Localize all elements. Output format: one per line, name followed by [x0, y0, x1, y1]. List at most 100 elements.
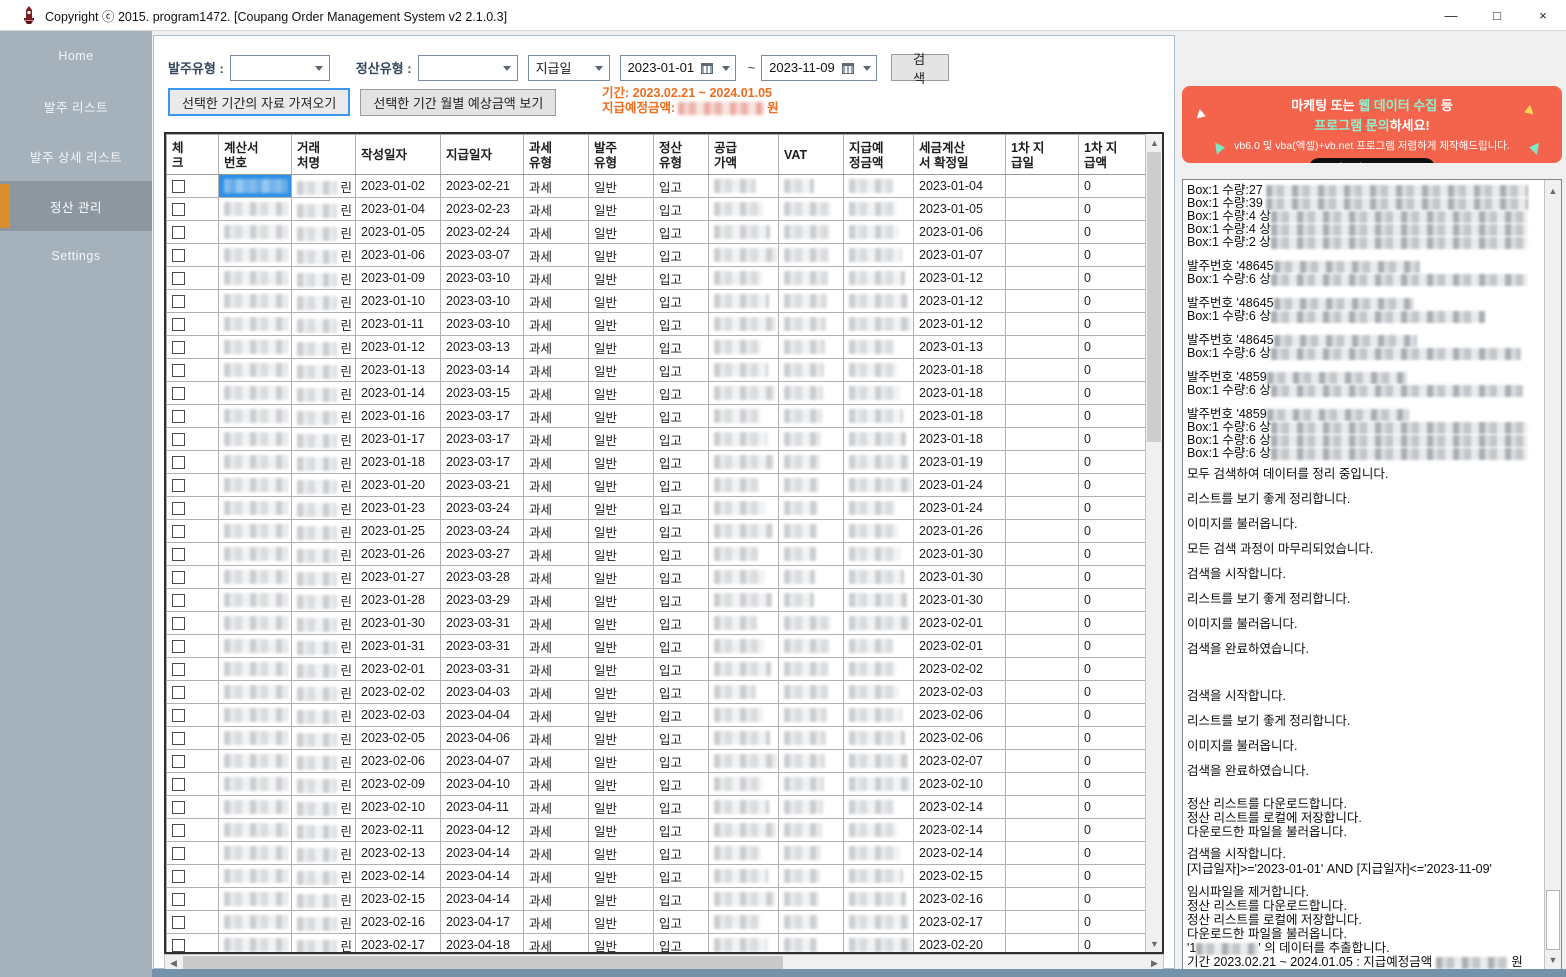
table-row[interactable]: 린2023-02-132023-04-14과세일반입고2023-02-140	[167, 842, 1150, 865]
table-row[interactable]: 린2023-01-262023-03-27과세일반입고2023-01-300	[167, 543, 1150, 566]
row-checkbox[interactable]	[172, 525, 185, 538]
table-row[interactable]: 린2023-02-032023-04-04과세일반입고2023-02-060	[167, 704, 1150, 727]
table-row[interactable]: 린2023-01-162023-03-17과세일반입고2023-01-180	[167, 405, 1150, 428]
table-row[interactable]: 린2023-01-252023-03-24과세일반입고2023-01-260	[167, 520, 1150, 543]
row-checkbox[interactable]	[172, 226, 185, 239]
scroll-down-icon[interactable]: ▼	[1146, 935, 1163, 952]
row-checkbox[interactable]	[172, 617, 185, 630]
fetch-period-data-button[interactable]: 선택한 기간의 자료 가져오기	[168, 88, 350, 116]
row-checkbox[interactable]	[172, 249, 185, 262]
table-row[interactable]: 린2023-01-302023-03-31과세일반입고2023-02-010	[167, 612, 1150, 635]
table-row[interactable]: 린2023-01-312023-03-31과세일반입고2023-02-010	[167, 635, 1150, 658]
grid-hscroll-thumb[interactable]	[183, 956, 783, 970]
row-checkbox[interactable]	[172, 709, 185, 722]
row-checkbox[interactable]	[172, 318, 185, 331]
table-row[interactable]: 린2023-01-112023-03-10과세일반입고2023-01-120	[167, 313, 1150, 336]
row-checkbox[interactable]	[172, 594, 185, 607]
row-checkbox[interactable]	[172, 341, 185, 354]
table-row[interactable]: 린2023-01-052023-02-24과세일반입고2023-01-060	[167, 221, 1150, 244]
column-header[interactable]: 계산서 번호	[219, 135, 292, 175]
grid-vertical-scrollbar[interactable]: ▲ ▼	[1145, 134, 1162, 952]
table-row[interactable]: 린2023-01-102023-03-10과세일반입고2023-01-120	[167, 290, 1150, 313]
table-row[interactable]: 린2023-01-092023-03-10과세일반입고2023-01-120	[167, 267, 1150, 290]
ad-banner[interactable]: 마케팅 또는 웹 데이터 수집 등 프로그램 문의하세요! vb6.0 및 vb…	[1182, 86, 1562, 163]
row-checkbox[interactable]	[172, 502, 185, 515]
column-header[interactable]: 1차 지 급액	[1079, 135, 1150, 175]
table-row[interactable]: 린2023-02-152023-04-14과세일반입고2023-02-160	[167, 888, 1150, 911]
table-row[interactable]: 린2023-01-142023-03-15과세일반입고2023-01-180	[167, 382, 1150, 405]
table-row[interactable]: 린2023-02-142023-04-14과세일반입고2023-02-150	[167, 865, 1150, 888]
table-row[interactable]: 린2023-02-112023-04-12과세일반입고2023-02-140	[167, 819, 1150, 842]
table-row[interactable]: 린2023-02-062023-04-07과세일반입고2023-02-070	[167, 750, 1150, 773]
column-header[interactable]: 발주 유형	[589, 135, 654, 175]
column-header[interactable]: 체 크	[167, 135, 219, 175]
row-checkbox[interactable]	[172, 364, 185, 377]
sidebar-item-발주-상세-리스트[interactable]: 발주 상세 리스트	[0, 131, 152, 181]
scroll-up-icon[interactable]: ▲	[1146, 134, 1163, 151]
sidebar-item-settings[interactable]: Settings	[0, 231, 152, 281]
table-row[interactable]: 린2023-01-282023-03-29과세일반입고2023-01-300	[167, 589, 1150, 612]
row-checkbox[interactable]	[172, 295, 185, 308]
date-to-picker[interactable]: 2023-11-09	[761, 55, 877, 81]
row-checkbox[interactable]	[172, 778, 185, 791]
row-checkbox[interactable]	[172, 663, 185, 676]
column-header[interactable]: 정산 유형	[654, 135, 709, 175]
column-header[interactable]: 지급예 정금액	[844, 135, 914, 175]
sidebar-item-home[interactable]: Home	[0, 31, 152, 81]
row-checkbox[interactable]	[172, 732, 185, 745]
row-checkbox[interactable]	[172, 755, 185, 768]
column-header[interactable]: 공급 가액	[709, 135, 779, 175]
table-row[interactable]: 린2023-02-102023-04-11과세일반입고2023-02-140	[167, 796, 1150, 819]
column-header[interactable]: 거래 처명	[292, 135, 356, 175]
order-type-select[interactable]	[230, 55, 330, 81]
close-button[interactable]: ×	[1520, 0, 1566, 31]
minimize-button[interactable]: —	[1428, 0, 1474, 31]
maximize-button[interactable]: □	[1474, 0, 1520, 31]
table-row[interactable]: 린2023-01-132023-03-14과세일반입고2023-01-180	[167, 359, 1150, 382]
table-row[interactable]: 린2023-02-052023-04-06과세일반입고2023-02-060	[167, 727, 1150, 750]
table-row[interactable]: 린2023-01-022023-02-21과세일반입고2023-01-040	[167, 175, 1150, 198]
table-row[interactable]: 린2023-01-272023-03-28과세일반입고2023-01-300	[167, 566, 1150, 589]
column-header[interactable]: 과세 유형	[524, 135, 589, 175]
table-row[interactable]: 린2023-02-012023-03-31과세일반입고2023-02-020	[167, 658, 1150, 681]
row-checkbox[interactable]	[172, 847, 185, 860]
table-row[interactable]: 린2023-01-182023-03-17과세일반입고2023-01-190	[167, 451, 1150, 474]
row-checkbox[interactable]	[172, 686, 185, 699]
row-checkbox[interactable]	[172, 433, 185, 446]
row-checkbox[interactable]	[172, 548, 185, 561]
row-checkbox[interactable]	[172, 203, 185, 216]
table-row[interactable]: 린2023-02-092023-04-10과세일반입고2023-02-100	[167, 773, 1150, 796]
date-from-picker[interactable]: 2023-01-01	[620, 55, 736, 81]
column-header[interactable]: VAT	[779, 135, 844, 175]
log-output[interactable]: Box:1 수량:27 Box:1 수량:39 Box:1 수량:4 상Box:…	[1182, 179, 1562, 971]
row-checkbox[interactable]	[172, 916, 185, 929]
row-checkbox[interactable]	[172, 939, 185, 952]
row-checkbox[interactable]	[172, 387, 185, 400]
row-checkbox[interactable]	[172, 180, 185, 193]
table-row[interactable]: 린2023-02-162023-04-17과세일반입고2023-02-170	[167, 911, 1150, 934]
date-basis-select[interactable]: 지급일	[528, 55, 610, 81]
column-header[interactable]: 작성일자	[356, 135, 441, 175]
monthly-estimate-button[interactable]: 선택한 기간 월별 예상금액 보기	[360, 89, 556, 116]
sidebar-item-정산-관리[interactable]: 정산 관리	[0, 181, 152, 231]
table-row[interactable]: 린2023-01-062023-03-07과세일반입고2023-01-070	[167, 244, 1150, 267]
column-header[interactable]: 세금계산 서 확정일	[914, 135, 1006, 175]
scroll-down-icon[interactable]: ▼	[1545, 951, 1561, 968]
table-row[interactable]: 린2023-01-122023-03-13과세일반입고2023-01-130	[167, 336, 1150, 359]
row-checkbox[interactable]	[172, 456, 185, 469]
row-checkbox[interactable]	[172, 272, 185, 285]
row-checkbox[interactable]	[172, 870, 185, 883]
column-header[interactable]: 지급일자	[441, 135, 524, 175]
grid-vscroll-thumb[interactable]	[1147, 152, 1161, 442]
log-scrollbar[interactable]: ▲ ▼	[1544, 180, 1561, 970]
row-checkbox[interactable]	[172, 893, 185, 906]
row-checkbox[interactable]	[172, 801, 185, 814]
row-checkbox[interactable]	[172, 824, 185, 837]
sidebar-item-발주-리스트[interactable]: 발주 리스트	[0, 81, 152, 131]
table-row[interactable]: 린2023-02-022023-04-03과세일반입고2023-02-030	[167, 681, 1150, 704]
row-checkbox[interactable]	[172, 479, 185, 492]
table-row[interactable]: 린2023-01-172023-03-17과세일반입고2023-01-180	[167, 428, 1150, 451]
row-checkbox[interactable]	[172, 410, 185, 423]
search-button[interactable]: 검 색	[891, 54, 949, 81]
table-row[interactable]: 린2023-01-042023-02-23과세일반입고2023-01-050	[167, 198, 1150, 221]
